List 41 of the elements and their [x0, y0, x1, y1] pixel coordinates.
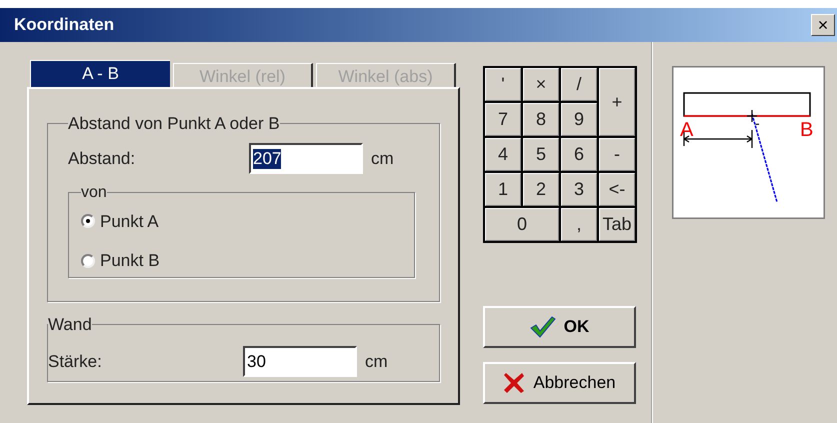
keypad-key[interactable]: 5	[523, 138, 559, 171]
keypad-key[interactable]: 1	[485, 173, 521, 206]
point-label: B	[800, 119, 814, 141]
keypad-key[interactable]: ×	[523, 68, 559, 101]
field-label: Abstand:	[68, 148, 136, 170]
marker-label: -	[755, 115, 760, 131]
keypad-key[interactable]: Tab	[599, 208, 635, 241]
keypad-key[interactable]: +	[599, 68, 635, 136]
cancel-button[interactable]: Abbrechen	[483, 362, 636, 404]
keypad-key[interactable]: /	[561, 68, 597, 101]
radio-label: Punkt B	[100, 250, 160, 272]
keypad-key[interactable]: 6	[561, 138, 597, 171]
keypad-key[interactable]: ,	[561, 208, 597, 241]
cross-icon	[503, 372, 526, 394]
keypad-key[interactable]: 7	[485, 103, 521, 136]
keypad-key[interactable]: 3	[561, 173, 597, 206]
radio-label: Punkt A	[100, 210, 159, 232]
radio-button[interactable]	[81, 254, 95, 268]
keypad-key[interactable]: '	[485, 68, 521, 101]
thickness-field[interactable]: 30	[243, 346, 357, 377]
keypad-key[interactable]: 8	[523, 103, 559, 136]
group-label: von	[81, 184, 107, 200]
point-label: A	[680, 119, 694, 141]
keypad-key[interactable]: -	[599, 138, 635, 171]
tab[interactable]: A - B	[30, 60, 170, 87]
ok-button[interactable]: OK	[483, 306, 636, 348]
keypad-key[interactable]: <-	[599, 173, 635, 206]
keypad-key[interactable]: 2	[523, 173, 559, 206]
field-label: Stärke:	[48, 350, 103, 373]
window-title: Koordinaten	[14, 14, 114, 36]
checkmark-icon	[530, 316, 556, 338]
group-label: Wand	[48, 314, 92, 336]
distance-field[interactable]: 207	[249, 143, 363, 174]
close-button[interactable]: ×	[811, 14, 835, 36]
group-label: Abstand von Punkt A oder B	[68, 113, 280, 135]
unit-label: cm	[371, 148, 394, 170]
unit-label: cm	[365, 350, 388, 373]
keypad-key[interactable]: 9	[561, 103, 597, 136]
radio-button[interactable]	[81, 214, 95, 228]
keypad-key[interactable]: 0	[485, 208, 559, 241]
keypad-key[interactable]: 4	[485, 138, 521, 171]
